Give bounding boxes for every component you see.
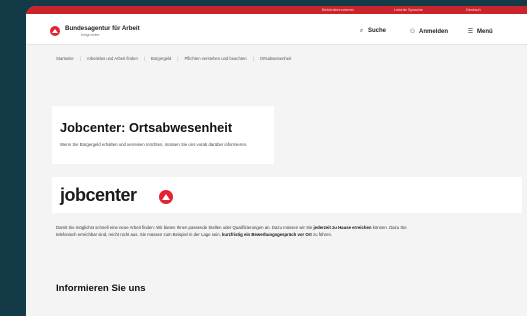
browser-screen: Behördennummer Leichte Sprache Deutsch B… bbox=[26, 6, 527, 316]
login-button[interactable]: ⚇ Anmelden bbox=[409, 28, 448, 35]
menu-button[interactable]: ☰ Menü bbox=[467, 28, 493, 35]
jobcenter-logo-text: jobcenter bbox=[60, 185, 137, 205]
jobcenter-logo-card: jobcenter bbox=[52, 177, 522, 213]
search-icon: ⌕ bbox=[359, 28, 364, 34]
breadcrumb-separator: | bbox=[143, 56, 145, 61]
brand-tagline: bringt weiter bbox=[81, 33, 100, 37]
topbar-link-phone[interactable]: Behördennummer bbox=[322, 7, 354, 12]
search-button[interactable]: ⌕ Suche bbox=[358, 28, 386, 35]
body-emphasis-1: jederzeit zu Hause erreichen bbox=[313, 225, 372, 230]
search-label: Suche bbox=[368, 28, 387, 34]
breadcrumb-separator: | bbox=[252, 56, 254, 61]
body-text-1: Damit Sie möglichst schnell eine neue Ar… bbox=[56, 225, 314, 230]
ba-logo-icon[interactable] bbox=[50, 26, 60, 36]
brand-name[interactable]: Bundesagentur für Arbeit bbox=[65, 25, 140, 32]
page-intro: Wenn Sie Bürgergeld erhalten und verreis… bbox=[60, 142, 248, 147]
breadcrumb-separator: | bbox=[177, 56, 179, 61]
breadcrumb: Startseite | Arbeitslos und Arbeit finden |… bbox=[56, 56, 291, 61]
login-label: Anmelden bbox=[419, 29, 449, 35]
body-paragraph: Damit Sie möglichst schnell eine neue Ar… bbox=[56, 224, 416, 238]
breadcrumb-item-duties[interactable]: Pflichten verstehen und beachten bbox=[184, 56, 246, 61]
page-title: Jobcenter: Ortsabwesenheit bbox=[60, 120, 233, 135]
title-card: Jobcenter: Ortsabwesenheit Wenn Sie Bürg… bbox=[52, 106, 274, 164]
body-emphasis-2: kurzfristig ein Bewerbungsgespräch vor O… bbox=[222, 232, 312, 237]
device-frame: Behördennummer Leichte Sprache Deutsch B… bbox=[0, 0, 527, 316]
body-text-3: zu führen. bbox=[311, 232, 333, 237]
breadcrumb-item-home[interactable]: Startseite bbox=[56, 56, 74, 61]
breadcrumb-item-current: Ortsabwesenheit bbox=[259, 56, 292, 61]
jobcenter-logo-icon bbox=[159, 190, 173, 204]
section-heading: Informieren Sie uns bbox=[56, 283, 146, 294]
breadcrumb-item-unemployed[interactable]: Arbeitslos und Arbeit finden bbox=[87, 56, 138, 61]
breadcrumb-item-buergergeld[interactable]: Bürgergeld bbox=[151, 56, 172, 61]
topbar-link-language[interactable]: Deutsch bbox=[466, 7, 481, 12]
menu-label: Menü bbox=[477, 29, 493, 35]
top-utility-bar: Behördennummer Leichte Sprache Deutsch bbox=[26, 6, 527, 14]
menu-icon: ☰ bbox=[467, 29, 474, 35]
topbar-link-easy-language[interactable]: Leichte Sprache bbox=[394, 7, 423, 12]
site-header: Bundesagentur für Arbeit bringt weiter ⌕… bbox=[26, 14, 527, 45]
breadcrumb-separator: | bbox=[79, 56, 81, 61]
user-icon: ⚇ bbox=[409, 29, 416, 35]
